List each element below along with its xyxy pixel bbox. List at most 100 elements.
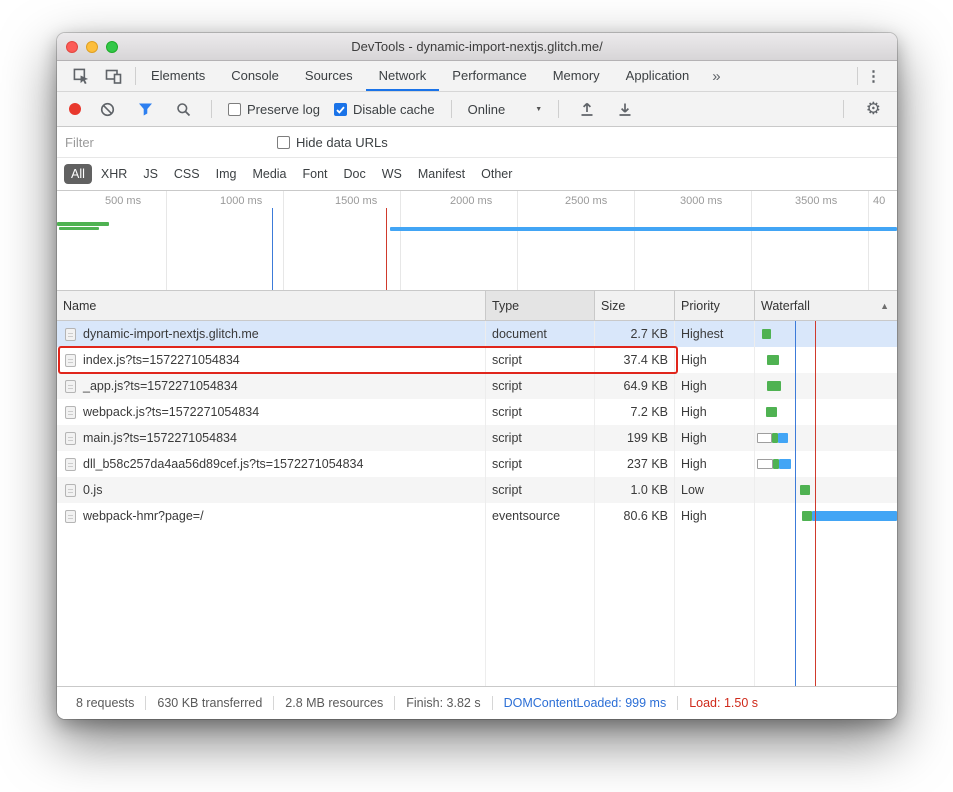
column-header-type[interactable]: Type <box>486 291 595 320</box>
request-size: 237 KB <box>595 451 675 477</box>
request-type: script <box>486 451 595 477</box>
request-name: _app.js?ts=1572271054834 <box>83 379 238 393</box>
overview-tick-label: 3500 ms <box>795 195 837 207</box>
request-size: 64.9 KB <box>595 373 675 399</box>
devtools-menu-icon[interactable]: ⋮ <box>860 61 887 91</box>
request-type: script <box>486 373 595 399</box>
type-filter-other[interactable]: Other <box>474 164 519 184</box>
table-row[interactable]: 0.js script 1.0 KB Low <box>57 477 897 503</box>
type-filter-ws[interactable]: WS <box>375 164 409 184</box>
disable-cache-checkbox[interactable] <box>334 103 347 116</box>
tab-application[interactable]: Application <box>613 61 703 91</box>
close-window-button[interactable] <box>66 41 78 53</box>
device-toolbar-icon[interactable] <box>101 64 125 88</box>
window-controls <box>66 41 118 53</box>
table-row[interactable]: dynamic-import-nextjs.glitch.me document… <box>57 321 897 347</box>
zoom-window-button[interactable] <box>106 41 118 53</box>
overview-tick-label: 500 ms <box>105 195 141 207</box>
overview[interactable]: 500 ms1000 ms1500 ms2000 ms2500 ms3000 m… <box>57 191 897 291</box>
column-header-size[interactable]: Size <box>595 291 675 320</box>
overview-tick-label: 1500 ms <box>335 195 377 207</box>
overview-load-line <box>386 208 387 290</box>
request-size: 1.0 KB <box>595 477 675 503</box>
preserve-log-toggle[interactable]: Preserve log <box>228 102 320 117</box>
request-name: dll_b58c257da4aa56d89cef.js?ts=157227105… <box>83 457 363 471</box>
type-filter-img[interactable]: Img <box>209 164 244 184</box>
record-button[interactable] <box>69 103 81 115</box>
filter-input[interactable] <box>65 135 277 150</box>
tab-console[interactable]: Console <box>218 61 292 91</box>
disable-cache-label: Disable cache <box>353 102 435 117</box>
throttling-select[interactable]: Online ▼ <box>468 102 543 117</box>
type-filter-doc[interactable]: Doc <box>337 164 373 184</box>
request-name: webpack-hmr?page=/ <box>83 509 204 523</box>
devtools-window: DevTools - dynamic-import-nextjs.glitch.… <box>57 33 897 719</box>
divider <box>857 67 858 85</box>
statusbar: 8 requests630 KB transferred2.8 MB resou… <box>57 686 897 719</box>
request-waterfall <box>755 321 897 347</box>
settings-gear-icon[interactable]: ⚙ <box>860 99 887 119</box>
table-row[interactable]: webpack.js?ts=1572271054834 script 7.2 K… <box>57 399 897 425</box>
type-filter-strip: AllXHRJSCSSImgMediaFontDocWSManifestOthe… <box>57 158 897 191</box>
table-header: Name Type Size Priority Waterfall ▲ <box>57 291 897 321</box>
rows-wrap: dynamic-import-nextjs.glitch.me document… <box>57 321 897 529</box>
column-header-name-label: Name <box>63 299 96 313</box>
request-type: document <box>486 321 595 347</box>
disable-cache-toggle[interactable]: Disable cache <box>334 102 435 117</box>
waterfall-bar-blue <box>778 433 788 443</box>
tab-network[interactable]: Network <box>366 61 440 91</box>
devtools-tabbar: ElementsConsoleSourcesNetworkPerformance… <box>57 61 897 92</box>
overview-gridline <box>868 191 869 290</box>
overview-gridline <box>517 191 518 290</box>
column-header-type-label: Type <box>492 299 519 313</box>
file-icon <box>65 354 76 367</box>
filter-icon[interactable] <box>133 97 157 121</box>
table-row[interactable]: webpack-hmr?page=/ eventsource 80.6 KB H… <box>57 503 897 529</box>
preserve-log-checkbox[interactable] <box>228 103 241 116</box>
table-row[interactable]: index.js?ts=1572271054834 script 37.4 KB… <box>57 347 897 373</box>
type-filter-xhr[interactable]: XHR <box>94 164 134 184</box>
status-item: Finish: 3.82 s <box>394 696 491 710</box>
table-row[interactable]: main.js?ts=1572271054834 script 199 KB H… <box>57 425 897 451</box>
search-icon[interactable] <box>171 97 195 121</box>
import-har-icon[interactable] <box>575 97 599 121</box>
name-cell: 0.js <box>57 477 486 503</box>
minimize-window-button[interactable] <box>86 41 98 53</box>
divider <box>843 100 844 118</box>
overview-tick-label: 2500 ms <box>565 195 607 207</box>
divider <box>211 100 212 118</box>
request-type: script <box>486 399 595 425</box>
tab-memory[interactable]: Memory <box>540 61 613 91</box>
table-row[interactable]: dll_b58c257da4aa56d89cef.js?ts=157227105… <box>57 451 897 477</box>
tab-sources[interactable]: Sources <box>292 61 366 91</box>
file-icon <box>65 484 76 497</box>
request-size: 80.6 KB <box>595 503 675 529</box>
request-priority: High <box>675 347 755 373</box>
export-har-icon[interactable] <box>613 97 637 121</box>
type-filter-font[interactable]: Font <box>296 164 335 184</box>
tab-performance[interactable]: Performance <box>439 61 539 91</box>
overview-tick-label: 1000 ms <box>220 195 262 207</box>
tab-elements[interactable]: Elements <box>138 61 218 91</box>
type-filter-all[interactable]: All <box>64 164 92 184</box>
column-header-priority[interactable]: Priority <box>675 291 755 320</box>
column-header-waterfall[interactable]: Waterfall ▲ <box>755 291 897 320</box>
type-filter-css[interactable]: CSS <box>167 164 207 184</box>
type-filter-manifest[interactable]: Manifest <box>411 164 472 184</box>
overview-tick-label: 3000 ms <box>680 195 722 207</box>
overview-bar <box>390 227 897 231</box>
type-filter-js[interactable]: JS <box>136 164 165 184</box>
file-icon <box>65 458 76 471</box>
clear-icon[interactable] <box>95 97 119 121</box>
request-size: 37.4 KB <box>595 347 675 373</box>
table-row[interactable]: _app.js?ts=1572271054834 script 64.9 KB … <box>57 373 897 399</box>
type-filter-media[interactable]: Media <box>245 164 293 184</box>
overview-bar <box>59 227 99 230</box>
hide-data-urls-checkbox[interactable] <box>277 136 290 149</box>
more-tabs-button[interactable]: » <box>702 61 730 91</box>
request-size: 199 KB <box>595 425 675 451</box>
hide-data-urls-toggle[interactable]: Hide data URLs <box>277 135 388 150</box>
request-type: script <box>486 347 595 373</box>
column-header-name[interactable]: Name <box>57 291 486 320</box>
inspect-element-icon[interactable] <box>69 64 93 88</box>
